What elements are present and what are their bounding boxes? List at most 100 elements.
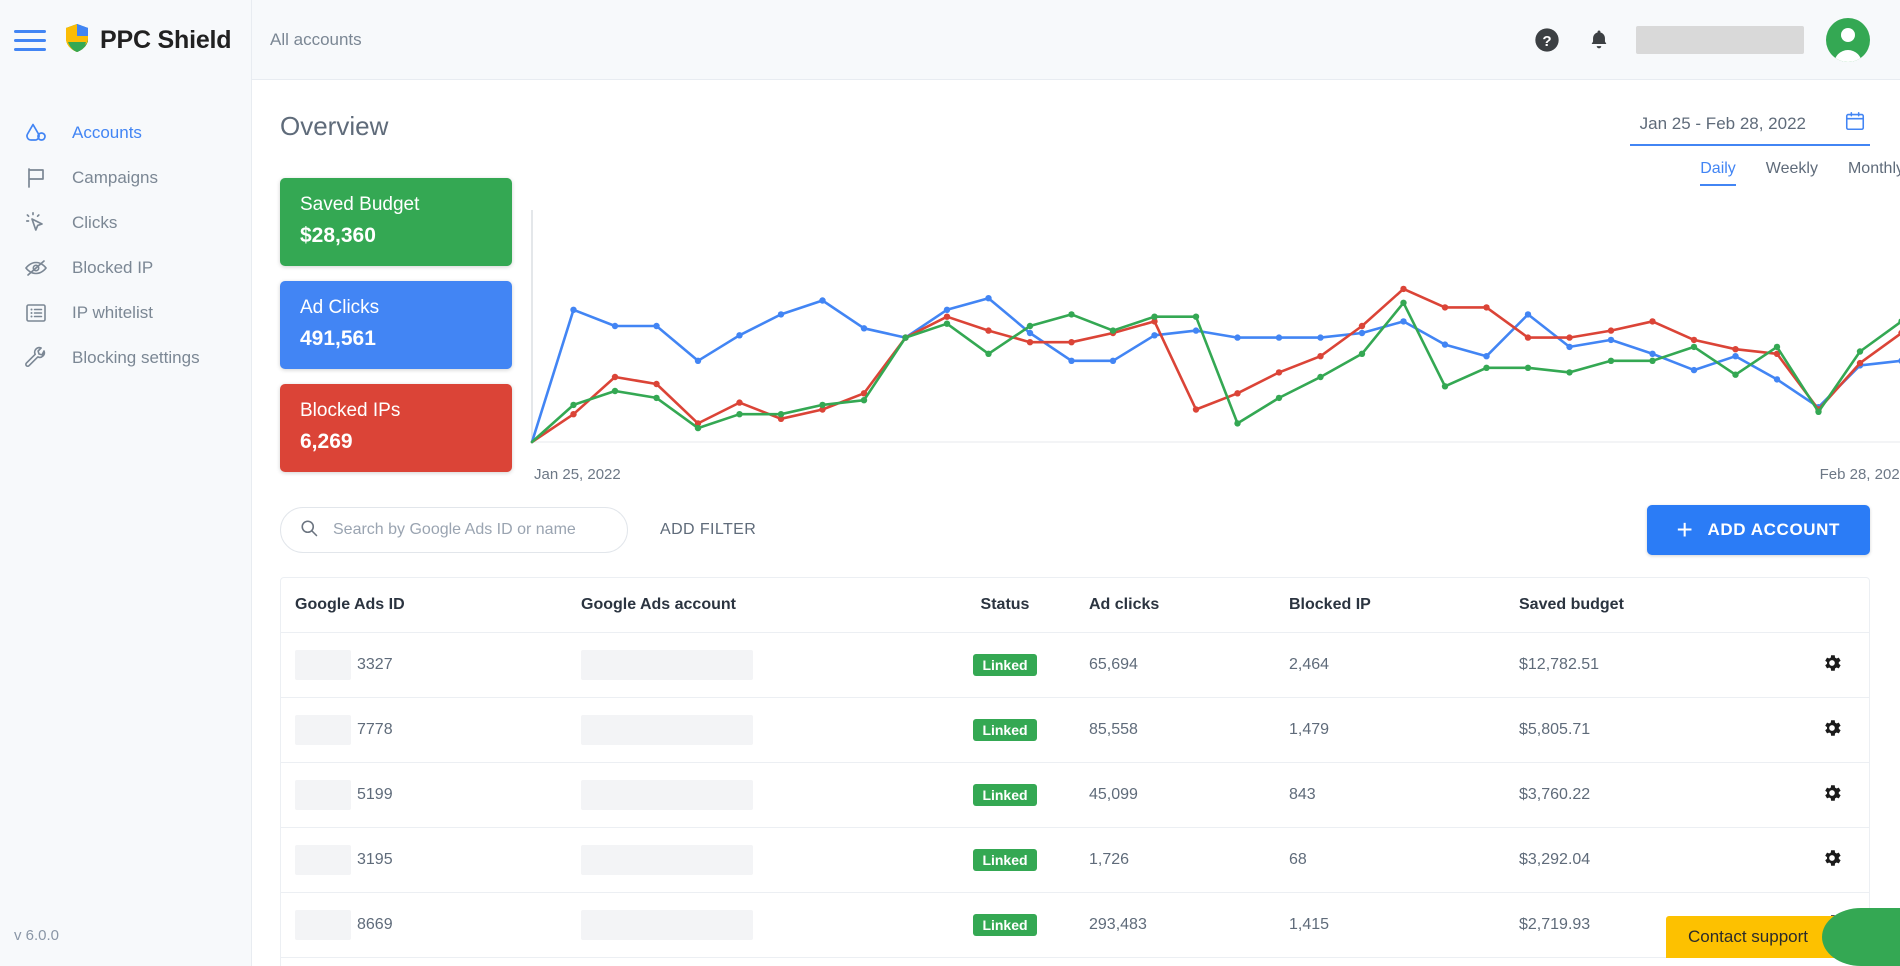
chart-point[interactable] bbox=[985, 327, 992, 334]
avatar[interactable] bbox=[1826, 17, 1870, 62]
chart-point[interactable] bbox=[1856, 348, 1864, 355]
chart-point[interactable] bbox=[1690, 336, 1698, 344]
kpi-card-saved-budget[interactable]: Saved Budget $28,360 bbox=[280, 178, 512, 266]
chart-point[interactable] bbox=[1234, 420, 1241, 427]
chart-point[interactable] bbox=[1566, 343, 1573, 351]
table-row[interactable]: 3327 Linked 65,694 2,464 $12,782.51 bbox=[281, 632, 1869, 698]
chart-point[interactable] bbox=[1026, 329, 1034, 337]
chart-point[interactable] bbox=[1690, 366, 1698, 374]
chart-point[interactable] bbox=[1358, 322, 1366, 330]
tab-monthly[interactable]: Monthly bbox=[1848, 160, 1900, 184]
sidebar-item-accounts[interactable]: Accounts bbox=[0, 110, 251, 155]
chart-point[interactable] bbox=[1400, 318, 1407, 325]
kpi-card-blocked-ips[interactable]: Blocked IPs 6,269 bbox=[280, 384, 512, 472]
tab-daily[interactable]: Daily bbox=[1700, 160, 1736, 186]
chart-point[interactable] bbox=[1649, 318, 1656, 325]
chart-point[interactable] bbox=[1234, 334, 1241, 341]
chart-point[interactable] bbox=[694, 424, 702, 432]
table-row[interactable]: 8669 Linked 293,483 1,415 $2,719.93 bbox=[281, 892, 1869, 958]
chart-point[interactable] bbox=[1856, 359, 1864, 367]
chart-point[interactable] bbox=[653, 322, 660, 330]
kpi-card-ad-clicks[interactable]: Ad Clicks 491,561 bbox=[280, 281, 512, 369]
sidebar-item-blocked-ip[interactable]: Blocked IP bbox=[0, 245, 251, 290]
chart-point[interactable] bbox=[1026, 322, 1034, 330]
chart-point[interactable] bbox=[1192, 327, 1200, 334]
chart-point[interactable] bbox=[860, 397, 868, 404]
chart-point[interactable] bbox=[1524, 311, 1532, 318]
contact-support-widget[interactable]: Contact support bbox=[1665, 908, 1900, 966]
chart-point[interactable] bbox=[1524, 334, 1532, 341]
chart-point[interactable] bbox=[985, 295, 992, 302]
chart-point[interactable] bbox=[736, 332, 743, 339]
chart-point[interactable] bbox=[1068, 311, 1075, 318]
gear-icon[interactable] bbox=[1821, 847, 1843, 874]
chart-point[interactable] bbox=[1400, 299, 1407, 306]
chart-point[interactable] bbox=[1607, 357, 1615, 364]
chart-point[interactable] bbox=[653, 380, 660, 388]
chart-point[interactable] bbox=[1026, 339, 1034, 346]
chart-point[interactable] bbox=[1566, 334, 1573, 341]
chart-point[interactable] bbox=[1317, 373, 1324, 381]
chart-point[interactable] bbox=[1773, 343, 1781, 351]
chart-point[interactable] bbox=[1358, 329, 1366, 337]
chart-point[interactable] bbox=[1192, 406, 1200, 413]
gear-icon[interactable] bbox=[1821, 717, 1843, 744]
sidebar-item-campaigns[interactable]: Campaigns bbox=[0, 155, 251, 200]
breadcrumb[interactable]: All accounts bbox=[270, 30, 362, 50]
chart-point[interactable] bbox=[1815, 408, 1822, 415]
chart-point[interactable] bbox=[777, 411, 785, 418]
chart-point[interactable] bbox=[1607, 336, 1615, 344]
chart-point[interactable] bbox=[570, 411, 577, 418]
add-account-button[interactable]: + ADD ACCOUNT bbox=[1646, 505, 1870, 555]
chart-point[interactable] bbox=[819, 401, 826, 409]
chart-point[interactable] bbox=[1524, 364, 1532, 371]
chart-point[interactable] bbox=[1109, 327, 1117, 334]
bell-icon[interactable] bbox=[1584, 25, 1614, 55]
chart-point[interactable] bbox=[943, 306, 951, 313]
contact-support-label-wrap[interactable]: Contact support bbox=[1665, 916, 1836, 958]
chart-point[interactable] bbox=[1317, 334, 1324, 341]
table-row[interactable]: 5199 Linked 45,099 843 $3,760.22 bbox=[281, 762, 1869, 828]
chart-point[interactable] bbox=[1441, 383, 1449, 390]
table-row[interactable]: 7580Linked10$0.00 bbox=[281, 957, 1869, 966]
chart-point[interactable] bbox=[1732, 371, 1739, 378]
chart-point[interactable] bbox=[653, 394, 660, 402]
chart-point[interactable] bbox=[1275, 369, 1283, 376]
chart-point[interactable] bbox=[1649, 357, 1656, 364]
chart-point[interactable] bbox=[902, 334, 909, 341]
add-filter-button[interactable]: ADD FILTER bbox=[660, 521, 756, 539]
chart-point[interactable] bbox=[736, 399, 743, 406]
chart-point[interactable] bbox=[1317, 353, 1324, 360]
chart-point[interactable] bbox=[611, 387, 619, 395]
chart-point[interactable] bbox=[1483, 353, 1490, 360]
chart-point[interactable] bbox=[570, 306, 577, 313]
gear-icon[interactable] bbox=[1821, 782, 1843, 809]
chart-point[interactable] bbox=[736, 411, 743, 418]
chart-point[interactable] bbox=[1732, 353, 1739, 360]
chart-point[interactable] bbox=[1649, 350, 1656, 357]
brand[interactable]: PPC Shield bbox=[64, 23, 232, 58]
chart-point[interactable] bbox=[1068, 357, 1075, 364]
chart-point[interactable] bbox=[777, 311, 785, 318]
help-circle-icon[interactable]: ? bbox=[1532, 25, 1562, 55]
chart-point[interactable] bbox=[570, 401, 577, 409]
chart-point[interactable] bbox=[1275, 334, 1283, 341]
sidebar-item-clicks[interactable]: Clicks bbox=[0, 200, 251, 245]
chart-point[interactable] bbox=[1483, 304, 1490, 311]
chart-point[interactable] bbox=[1773, 376, 1781, 383]
chart-point[interactable] bbox=[1109, 357, 1117, 364]
date-range-picker[interactable]: Jan 25 - Feb 28, 2022 bbox=[1629, 106, 1870, 146]
chart-point[interactable] bbox=[694, 357, 702, 364]
chart-point[interactable] bbox=[611, 322, 619, 330]
table-row[interactable]: 3195 Linked 1,726 68 $3,292.04 bbox=[281, 827, 1869, 893]
chart-point[interactable] bbox=[860, 325, 868, 332]
tab-weekly[interactable]: Weekly bbox=[1766, 160, 1818, 184]
search-box[interactable] bbox=[280, 507, 628, 553]
chart-point[interactable] bbox=[1151, 313, 1158, 320]
chart-point[interactable] bbox=[943, 320, 951, 327]
chart-point[interactable] bbox=[1732, 346, 1739, 353]
search-input[interactable] bbox=[333, 521, 609, 539]
chart-point[interactable] bbox=[1607, 327, 1615, 334]
sidebar-item-ip-whitelist[interactable]: IP whitelist bbox=[0, 290, 251, 335]
sidebar-item-blocking-settings[interactable]: Blocking settings bbox=[0, 335, 251, 380]
